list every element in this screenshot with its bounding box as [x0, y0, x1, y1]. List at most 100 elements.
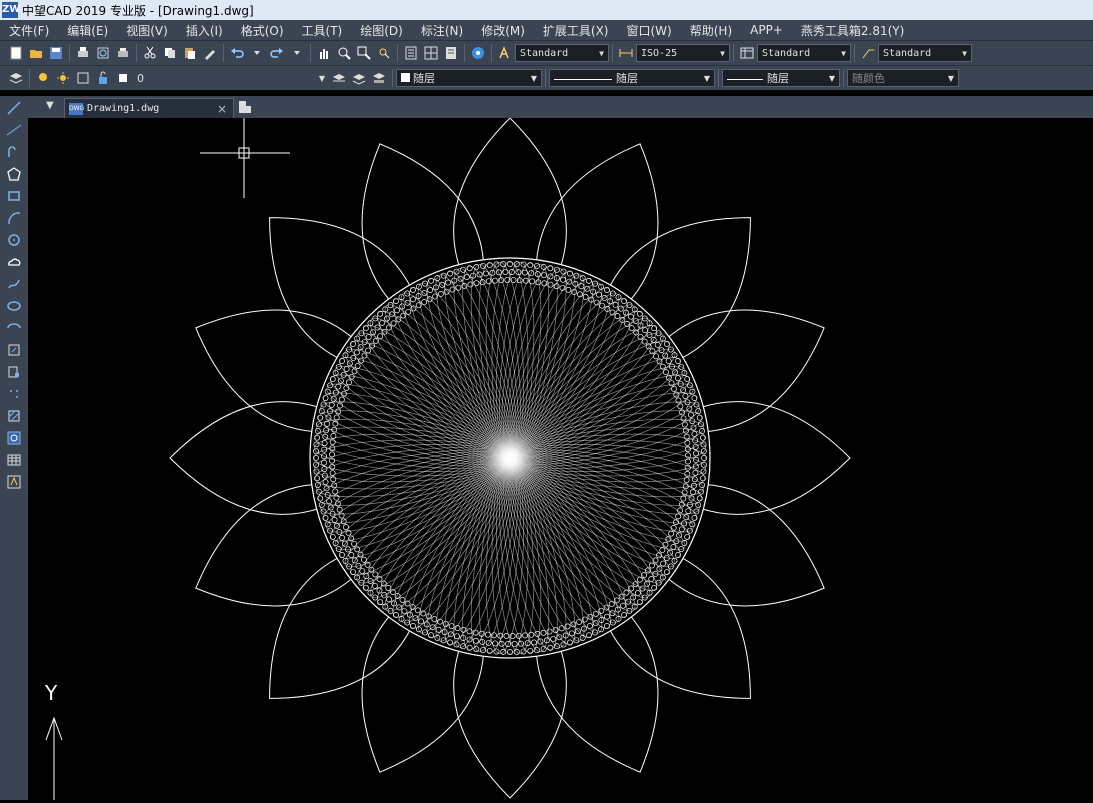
layer-manager-icon[interactable] — [7, 69, 25, 87]
ellipse-arc-icon[interactable] — [4, 318, 24, 338]
layer-previous-icon[interactable] — [350, 69, 368, 87]
toolbar-separator — [612, 44, 613, 62]
menu-express-tools[interactable]: 扩展工具(X) — [534, 22, 618, 39]
hatch-icon[interactable] — [4, 406, 24, 426]
close-tab-icon[interactable]: × — [217, 102, 227, 116]
document-tab-bar: ▼ DWG Drawing1.dwg × — [28, 96, 1093, 118]
menu-help[interactable]: 帮助(H) — [681, 22, 741, 39]
tab-drawing1[interactable]: DWG Drawing1.dwg × — [64, 98, 234, 118]
cut-icon[interactable] — [141, 44, 159, 62]
insert-block-icon[interactable] — [4, 340, 24, 360]
menu-file[interactable]: 文件(F) — [0, 22, 58, 39]
layer-states-icon[interactable] — [370, 69, 388, 87]
print-preview-icon[interactable] — [94, 44, 112, 62]
toolbar-separator — [136, 44, 137, 62]
text-style-icon[interactable] — [496, 44, 514, 62]
new-drawing-tab-icon[interactable] — [238, 100, 254, 114]
menu-bar: 文件(F) 编辑(E) 视图(V) 插入(I) 格式(O) 工具(T) 绘图(D… — [0, 20, 1093, 40]
new-file-icon[interactable] — [7, 44, 25, 62]
zoom-window-icon[interactable] — [355, 44, 373, 62]
color-combo[interactable]: 随层 ▼ — [396, 69, 542, 87]
paste-icon[interactable] — [181, 44, 199, 62]
menu-edit[interactable]: 编辑(E) — [58, 22, 117, 39]
plotstyle-combo[interactable]: 随颜色 ▼ — [847, 69, 959, 87]
table-icon[interactable] — [4, 450, 24, 470]
point-icon[interactable] — [4, 384, 24, 404]
menu-draw[interactable]: 绘图(D) — [351, 22, 412, 39]
layer-on-bulb-icon[interactable] — [34, 69, 52, 87]
menu-dimension[interactable]: 标注(N) — [412, 22, 472, 39]
toolbar-separator — [545, 69, 546, 87]
design-center-icon[interactable] — [422, 44, 440, 62]
menu-format[interactable]: 格式(O) — [232, 22, 293, 39]
pan-hand-icon[interactable] — [315, 44, 333, 62]
chevron-down-icon: ▼ — [599, 48, 604, 58]
polygon-icon[interactable] — [4, 164, 24, 184]
dimension-style-icon[interactable] — [617, 44, 635, 62]
zoom-realtime-icon[interactable] — [335, 44, 353, 62]
toolbar-separator — [464, 44, 465, 62]
crosshair-cursor — [200, 118, 290, 198]
layer-unlock-icon[interactable] — [94, 69, 112, 87]
toolbar-separator — [397, 44, 398, 62]
layer-viewport-icon[interactable] — [74, 69, 92, 87]
open-folder-icon[interactable] — [27, 44, 45, 62]
construction-line-icon[interactable] — [4, 120, 24, 140]
table-style-icon[interactable] — [738, 44, 756, 62]
properties-icon[interactable] — [402, 44, 420, 62]
region-icon[interactable] — [4, 428, 24, 448]
layer-thaw-sun-icon[interactable] — [54, 69, 72, 87]
menu-modify[interactable]: 修改(M) — [472, 22, 534, 39]
make-block-icon[interactable] — [4, 362, 24, 382]
redo-dropdown-icon[interactable] — [288, 44, 306, 62]
help-icon[interactable] — [469, 44, 487, 62]
multileader-style-combo[interactable]: Standard ▼ — [878, 44, 972, 62]
line-icon[interactable] — [4, 98, 24, 118]
toolbar-separator — [392, 69, 393, 87]
arc-icon[interactable] — [4, 208, 24, 228]
layer-combo[interactable]: 0 ▼ — [133, 69, 329, 87]
redo-icon[interactable] — [268, 44, 286, 62]
lineweight-combo[interactable]: 随层 ▼ — [722, 69, 840, 87]
zoom-previous-icon[interactable] — [375, 44, 393, 62]
copy-icon[interactable] — [161, 44, 179, 62]
tab-list-dropdown-icon[interactable]: ▼ — [46, 100, 54, 111]
spline-icon[interactable] — [4, 274, 24, 294]
multiline-text-icon[interactable] — [4, 472, 24, 492]
menu-tools[interactable]: 工具(T) — [293, 22, 352, 39]
menu-yanxiu-toolbox[interactable]: 燕秀工具箱2.81(Y) — [792, 22, 913, 39]
menu-insert[interactable]: 插入(I) — [177, 22, 232, 39]
linetype-combo[interactable]: 随层 ▼ — [549, 69, 715, 87]
polyline-icon[interactable] — [4, 142, 24, 162]
circle-icon[interactable] — [4, 230, 24, 250]
print-icon[interactable] — [74, 44, 92, 62]
ellipse-icon[interactable] — [4, 296, 24, 316]
chevron-down-icon: ▼ — [720, 48, 725, 58]
rectangle-icon[interactable] — [4, 186, 24, 206]
linetype-sample — [554, 78, 612, 80]
title-bar: ZW 中望CAD 2019 专业版 - [Drawing1.dwg] — [0, 0, 1093, 20]
menu-app-plus[interactable]: APP+ — [741, 23, 792, 37]
table-style-combo[interactable]: Standard ▼ — [757, 44, 851, 62]
chevron-down-icon: ▼ — [841, 48, 846, 58]
toolbar-separator — [491, 44, 492, 62]
save-icon[interactable] — [47, 44, 65, 62]
undo-dropdown-icon[interactable] — [248, 44, 266, 62]
color-swatch — [401, 73, 410, 82]
drawing-canvas[interactable]: Y — [28, 117, 1093, 800]
dimension-style-combo[interactable]: ISO-25 ▼ — [636, 44, 730, 62]
layer-color-swatch-icon — [114, 69, 132, 87]
chevron-down-icon: ▼ — [962, 48, 967, 58]
linetype-value: 随层 — [616, 72, 638, 85]
publish-icon[interactable] — [114, 44, 132, 62]
tool-palette-icon[interactable] — [442, 44, 460, 62]
revision-cloud-icon[interactable] — [4, 252, 24, 272]
toolbar-separator — [843, 69, 844, 87]
multileader-style-icon[interactable] — [859, 44, 877, 62]
text-style-combo[interactable]: Standard ▼ — [515, 44, 609, 62]
menu-view[interactable]: 视图(V) — [117, 22, 177, 39]
menu-window[interactable]: 窗口(W) — [618, 22, 681, 39]
undo-icon[interactable] — [228, 44, 246, 62]
match-properties-icon[interactable] — [201, 44, 219, 62]
make-object-layer-current-icon[interactable] — [330, 69, 348, 87]
